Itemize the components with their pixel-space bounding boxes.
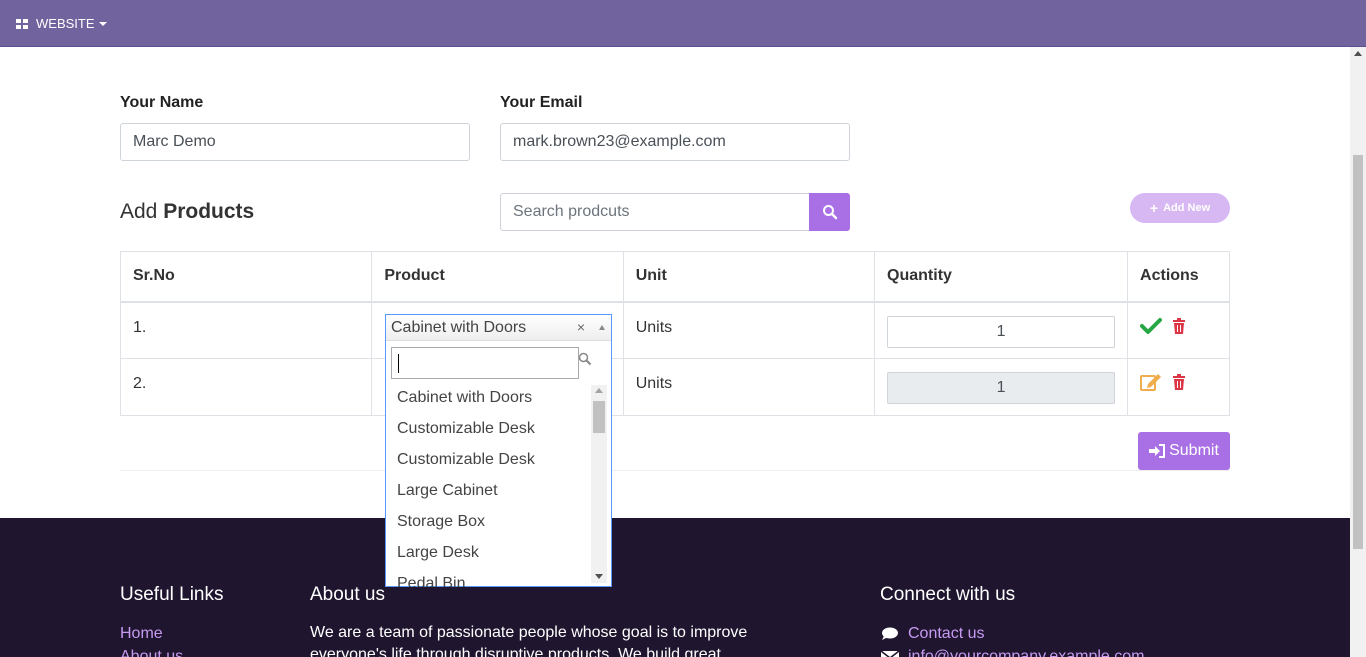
plus-icon: + (1149, 200, 1159, 216)
row-srno: 1. (119, 301, 373, 359)
footer-link-home[interactable]: Home (120, 625, 163, 643)
about-text-line2: everyone's life through disruptive produ… (310, 646, 721, 657)
search-icon (578, 352, 592, 366)
footer-link-about[interactable]: About us (120, 648, 183, 657)
website-menu[interactable]: WEBSITE (16, 16, 107, 31)
heading-bold: Products (163, 200, 255, 223)
table-header-row: Sr.No Product Unit Quantity Actions (119, 251, 1230, 303)
edit-icon[interactable] (1140, 373, 1162, 391)
form-divider (120, 470, 1230, 471)
row-srno: 2. (119, 358, 373, 416)
text-cursor (398, 354, 399, 373)
email-link[interactable]: info@yourcompany.example.com (908, 648, 1145, 657)
row-quantity-cell: 1 (874, 358, 1129, 416)
search-icon (822, 205, 837, 220)
delete-trash-icon[interactable] (1172, 317, 1186, 334)
dropdown-option[interactable]: Pedal Bin (387, 573, 592, 587)
row-actions (1127, 358, 1230, 416)
submit-button[interactable]: Submit (1138, 432, 1230, 470)
website-menu-label: WEBSITE (36, 16, 95, 31)
about-title: About us (310, 584, 385, 605)
delete-trash-icon[interactable] (1172, 374, 1186, 390)
apps-grid-icon (16, 18, 28, 29)
table-row: 1. Units 1 (119, 301, 1230, 359)
table-row: 2. Units 1 (119, 358, 1230, 416)
top-navbar: WEBSITE (0, 0, 1366, 47)
dropdown-option[interactable]: Customizable Desk (387, 449, 592, 480)
useful-links-title: Useful Links (120, 584, 224, 605)
dropdown-scrollbar[interactable] (591, 385, 607, 583)
name-input[interactable]: Marc Demo (120, 123, 470, 161)
email-input[interactable]: mark.brown23@example.com (500, 123, 850, 161)
connect-title: Connect with us (880, 584, 1016, 605)
sign-in-icon (1149, 444, 1166, 458)
caret-down-icon (98, 21, 107, 26)
row-unit: Units (622, 358, 876, 416)
add-new-button[interactable]: + Add New (1130, 193, 1230, 223)
contact-us-link[interactable]: Contact us (908, 625, 984, 643)
page-scrollbar[interactable] (1350, 47, 1366, 657)
scroll-up-icon[interactable] (1354, 51, 1362, 56)
product-select-current[interactable]: Cabinet with Doors × (386, 315, 611, 341)
chevron-up-icon[interactable] (599, 325, 605, 330)
envelope-icon (881, 650, 899, 657)
header-actions: Actions (1127, 251, 1230, 303)
about-text-line1: We are a team of passionate people whose… (310, 624, 748, 641)
row-unit: Units (622, 301, 876, 359)
dropdown-option[interactable]: Large Cabinet (387, 480, 592, 511)
search-button[interactable] (809, 193, 850, 231)
submit-label: Submit (1169, 442, 1219, 459)
comment-icon (882, 627, 898, 640)
quantity-input-readonly: 1 (887, 372, 1116, 404)
dropdown-search-input[interactable] (391, 347, 592, 379)
scroll-down-icon[interactable] (595, 574, 603, 579)
product-select-dropdown[interactable]: Cabinet with Doors × Cabinet with Doors … (385, 314, 612, 587)
scroll-thumb[interactable] (1353, 155, 1363, 549)
clear-selection-icon[interactable]: × (577, 315, 585, 340)
heading-prefix: Add (120, 200, 158, 223)
header-srno: Sr.No (119, 251, 373, 303)
row-actions (1127, 301, 1230, 359)
add-new-label: Add New (1163, 202, 1211, 214)
dropdown-option[interactable]: Customizable Desk (387, 418, 592, 449)
footer: Useful Links Home About us About us We a… (0, 518, 1350, 657)
row-quantity-cell: 1 (874, 301, 1129, 359)
quantity-input[interactable]: 1 (887, 315, 1116, 348)
dropdown-scroll-thumb[interactable] (593, 401, 605, 433)
save-check-icon[interactable] (1140, 317, 1163, 335)
dropdown-option[interactable]: Storage Box (387, 511, 592, 542)
header-unit: Unit (622, 251, 876, 303)
header-quantity: Quantity (874, 251, 1129, 303)
email-label: Your Email (500, 94, 583, 111)
products-table: Sr.No Product Unit Quantity Actions 1. U… (119, 251, 1230, 416)
dropdown-results: Cabinet with Doors Customizable Desk Cus… (387, 387, 592, 587)
product-search-input[interactable]: Search prodcuts (500, 193, 810, 231)
dropdown-option[interactable]: Large Desk (387, 542, 592, 573)
product-select-value: Cabinet with Doors (391, 319, 527, 336)
dropdown-option[interactable]: Cabinet with Doors (387, 387, 592, 418)
add-products-heading: Add Products (120, 200, 254, 224)
name-label: Your Name (120, 94, 204, 111)
header-product: Product (371, 251, 624, 303)
scroll-up-icon[interactable] (595, 388, 603, 393)
